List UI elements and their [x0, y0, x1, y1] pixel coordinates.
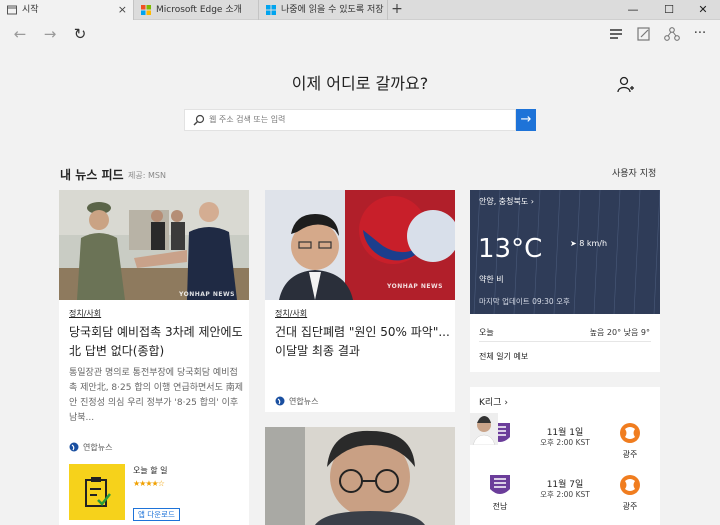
forward-button[interactable]: → [39, 24, 61, 44]
article-title[interactable]: 당국회담 예비접촉 3차례 제안에도 北 답변 없다(종합) [69, 323, 244, 361]
app-download-button[interactable]: 앱 다운로드 [133, 508, 180, 521]
minimize-button[interactable]: — [616, 0, 650, 20]
app-rating: ★★★★☆ [133, 479, 165, 488]
more-button[interactable]: ··· [689, 24, 711, 44]
kleague-title[interactable]: K리그 › [479, 395, 508, 408]
tab-edge-intro[interactable]: Microsoft Edge 소개 [134, 0, 259, 20]
new-tab-page: 이제 어디로 갈까요? 웹 주소 검색 또는 입력 → 내 뉴스 피드 제공: … [0, 48, 720, 525]
article-source: 연합뉴스 [69, 442, 112, 453]
tab-label: Microsoft Edge 소개 [156, 5, 242, 15]
photo-watermark: YONHAP NEWS [179, 291, 235, 298]
add-user-icon[interactable] [617, 75, 635, 93]
match-row[interactable]: 11월 1일 오후 2:00 KST 광주 [470, 413, 660, 463]
clipboard-check-icon [85, 477, 111, 507]
news-photo [265, 427, 455, 525]
news-feed-source: 제공: MSN [128, 171, 166, 180]
forecast-today-label: 오늘 [479, 328, 494, 337]
player-avatar [470, 413, 498, 445]
page-title: 이제 어디로 갈까요? [291, 74, 429, 93]
divider [479, 341, 651, 342]
yonhap-logo-icon [69, 442, 79, 452]
app-tile[interactable] [69, 464, 125, 520]
search-icon [193, 114, 205, 126]
customize-link[interactable]: 사용자 지정 [612, 166, 656, 179]
match-time: 오후 2:00 KST [540, 438, 590, 447]
weather-forecast: 오늘 높음 20° 낮음 9° 전체 일기 예보 [470, 314, 660, 372]
photo-watermark: YONHAP NEWS [387, 283, 443, 290]
news-photo [59, 190, 249, 300]
tab-bar: 시작 × Microsoft Edge 소개 나중에 읽을 수 있도록 저장 +… [0, 0, 720, 21]
tab-label: 나중에 읽을 수 있도록 저장 [281, 5, 384, 15]
team-crest-icon [620, 423, 640, 443]
tab-close-button[interactable]: × [118, 0, 127, 20]
team-name: 전남 [492, 502, 508, 511]
weather-updated: 마지막 업데이트 09:30 오후 [479, 297, 570, 306]
back-button[interactable]: ← [9, 24, 31, 44]
news-card[interactable] [265, 427, 455, 525]
app-name[interactable]: 오늘 할 일 [133, 465, 168, 476]
hub-icon[interactable] [607, 25, 625, 43]
weather-condition: 약한 비 [479, 275, 504, 284]
team-name: 광주 [622, 502, 638, 511]
search-go-button[interactable]: → [516, 109, 536, 131]
weather-location[interactable]: 안양, 충청북도 › [479, 196, 534, 207]
tab-start[interactable]: 시작 × [0, 0, 134, 21]
weather-temperature: 13°C [478, 234, 543, 264]
team-crest-icon [490, 475, 510, 494]
windows-logo-icon [141, 5, 151, 15]
news-card[interactable]: YONHAP NEWS 정치/사회 당국회담 예비접촉 3차례 제안에도 北 답… [59, 190, 249, 525]
article-title[interactable]: 건대 집단폐렴 "원인 50% 파악"...이달말 최종 결과 [275, 323, 453, 361]
source-label: 연합뉴스 [83, 443, 113, 452]
page-icon [7, 5, 17, 15]
kleague-card[interactable]: K리그 › 11월 1일 오후 2:00 KST 광주 전남 11월 7일 오후… [470, 387, 660, 525]
news-feed-title: 내 뉴스 피드 [60, 168, 124, 182]
article-description: 통일장관 명의로 통전부장에 당국회담 예비접촉 제안北, 8·25 합의 이행… [69, 368, 243, 423]
match-row[interactable]: 전남 11월 7일 오후 2:00 KST 광주 [470, 471, 660, 515]
web-note-icon[interactable] [635, 25, 653, 43]
tab-label: 시작 [22, 5, 39, 15]
article-category[interactable]: 정치/사회 [275, 308, 307, 319]
maximize-button[interactable]: ☐ [652, 0, 686, 20]
news-card[interactable]: YONHAP NEWS 정치/사회 건대 집단폐렴 "원인 50% 파악"...… [265, 190, 455, 412]
toolbar: ← → ↻ ··· [0, 20, 720, 48]
weather-wind: ➤ 8 km/h [570, 239, 608, 248]
match-time: 오후 2:00 KST [540, 490, 590, 499]
team-crest-icon [620, 475, 640, 495]
team-name: 광주 [622, 450, 638, 459]
search-placeholder: 웹 주소 검색 또는 입력 [209, 115, 286, 124]
article-category[interactable]: 정치/사회 [69, 308, 101, 319]
share-icon[interactable] [663, 25, 681, 43]
full-forecast-link[interactable]: 전체 일기 예보 [479, 351, 528, 362]
windows-logo-icon [266, 5, 276, 15]
yonhap-logo-icon [275, 396, 285, 406]
article-source: 연합뉴스 [275, 396, 318, 407]
new-tab-button[interactable]: + [388, 0, 406, 20]
tab-save-later[interactable]: 나중에 읽을 수 있도록 저장 [259, 0, 388, 20]
close-window-button[interactable]: ✕ [686, 0, 720, 20]
search-input[interactable]: 웹 주소 검색 또는 입력 [184, 109, 516, 131]
refresh-button[interactable]: ↻ [69, 24, 91, 44]
forecast-hi-lo: 높음 20° 낮음 9° [589, 328, 650, 337]
source-label: 연합뉴스 [289, 397, 319, 406]
weather-card[interactable]: 안양, 충청북도 › 13°C ➤ 8 km/h 약한 비 마지막 업데이트 0… [470, 190, 660, 314]
